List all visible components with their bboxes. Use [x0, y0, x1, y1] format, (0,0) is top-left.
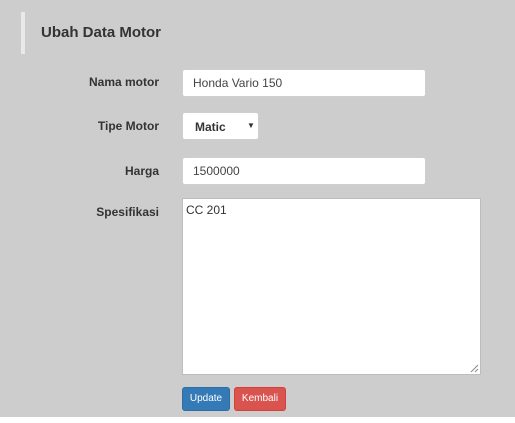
chevron-down-icon: ▼ [247, 121, 255, 130]
page-title: Ubah Data Motor [41, 24, 161, 41]
edit-motor-panel: Ubah Data Motor Nama motor Tipe Motor Ma… [0, 0, 515, 423]
tipe-motor-select[interactable]: Matic ▼ [182, 112, 259, 140]
resize-grip-icon[interactable] [470, 364, 479, 373]
tipe-motor-selected-value: Matic [195, 120, 226, 134]
harga-input[interactable] [182, 157, 426, 185]
spesifikasi-textarea[interactable]: CC 201 [182, 198, 481, 375]
spesifikasi-label: Spesifikasi [96, 205, 159, 219]
nama-motor-input[interactable] [182, 69, 426, 97]
kembali-button[interactable]: Kembali [234, 387, 286, 411]
page-bottom-strip [0, 417, 515, 423]
nama-motor-label: Nama motor [88, 75, 159, 89]
harga-label: Harga [124, 164, 159, 178]
tipe-motor-label: Tipe Motor [97, 119, 159, 133]
update-button[interactable]: Update [182, 387, 230, 411]
title-accent-bar [21, 12, 25, 54]
